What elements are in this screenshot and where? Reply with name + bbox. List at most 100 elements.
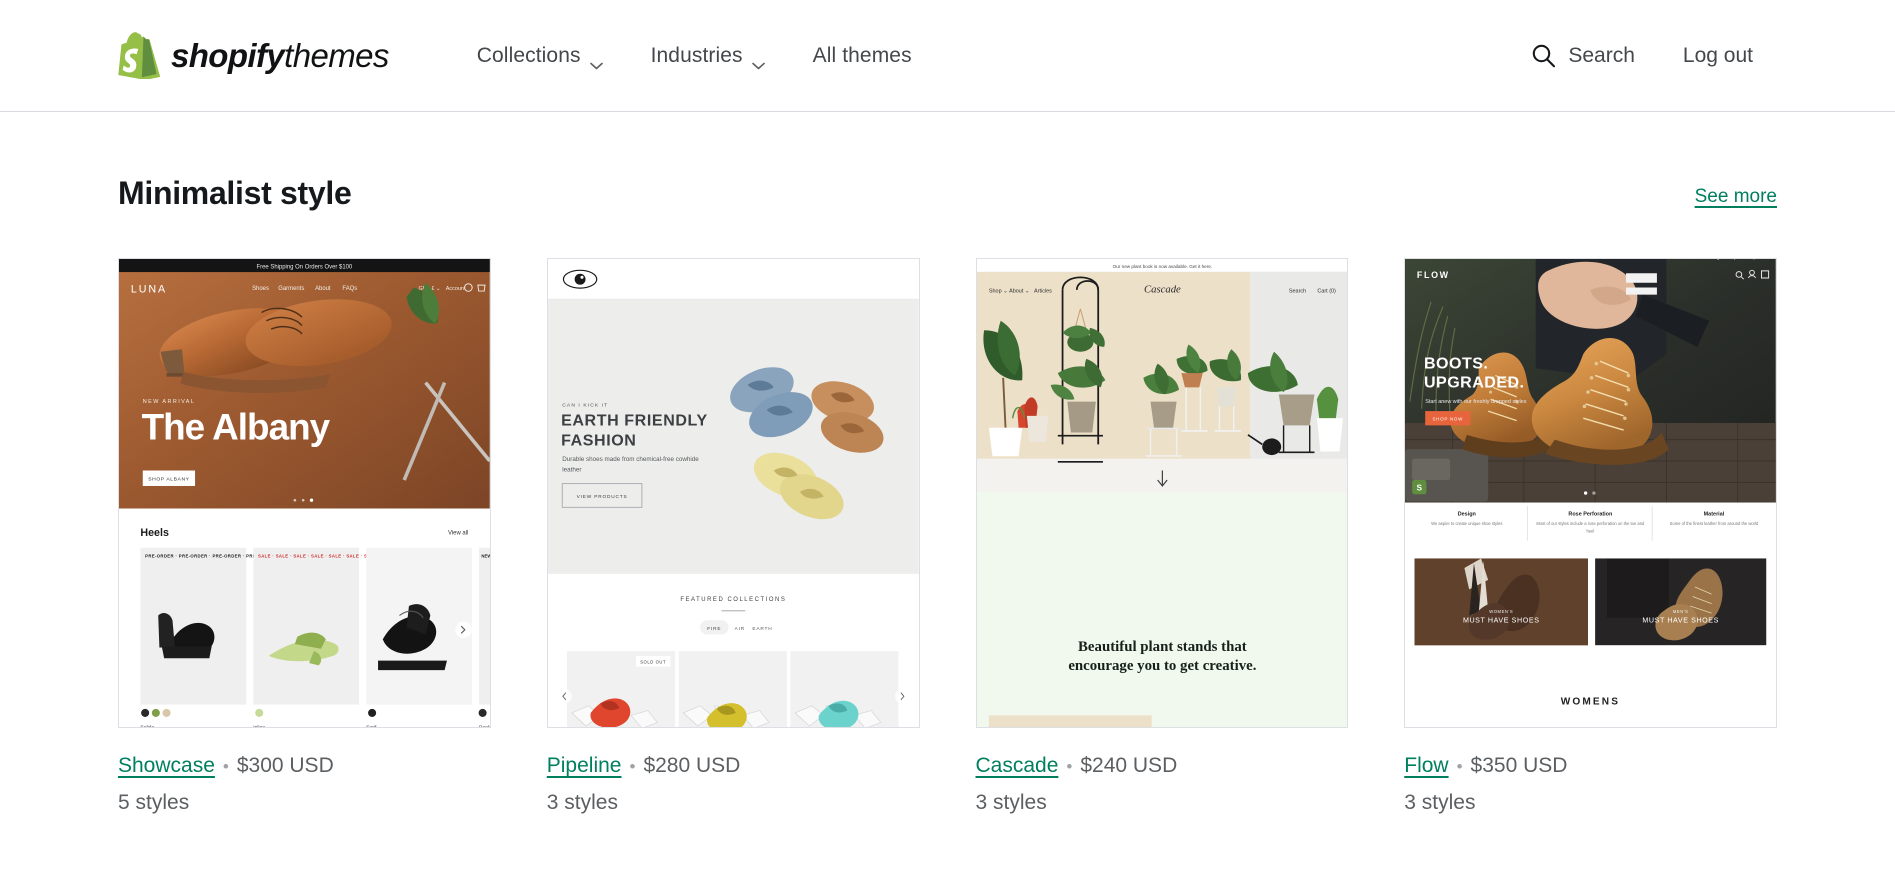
theme-preview-pipeline[interactable]: MEN WOMENLOOKBOOK BLOGABOUTCONTACTCART [546,258,920,729]
brand-name-light: themes [284,37,389,74]
svg-text:encourage you to get creative.: encourage you to get creative. [1068,659,1256,675]
svg-text:WOMEN'S: WOMEN'S [1489,610,1513,615]
svg-text:MUST HAVE SHOES: MUST HAVE SHOES [1643,617,1720,625]
svg-text:heel: heel [1587,529,1595,534]
svg-text:SALE · SALE · SALE · SALE · SA: SALE · SALE · SALE · SALE · SALE · SALE … [258,554,377,559]
svg-text:About: About [315,286,331,292]
svg-text:S: S [1417,483,1423,493]
svg-text:FAQs: FAQs [342,286,357,292]
svg-text:SHOP ALBANY: SHOP ALBANY [148,477,189,483]
header-actions: Search Log out [1507,33,1777,78]
svg-text:CAN I KICK IT: CAN I KICK IT [562,403,608,409]
theme-preview-cascade[interactable]: Our new plant book is now available. Get… [975,258,1349,729]
svg-text:Design: Design [1458,512,1476,518]
svg-text:Paola: Paola [479,725,490,728]
site-header: shopifythemes Collections Industries All… [0,0,1895,112]
theme-name-link[interactable]: Flow [1404,752,1448,780]
svg-text:CONTACT US: CONTACT US [1613,259,1651,261]
svg-text:NEW ARRIVAL: NEW ARRIVAL [143,399,196,405]
svg-text:MEN'S: MEN'S [1673,610,1689,615]
separator-dot: • [629,757,636,777]
theme-preview-flow[interactable]: FLOW SHOP ⌄CONTACT USTHEME FEATURESUnite… [1404,258,1777,729]
brand-logo-link[interactable]: shopifythemes [118,32,389,80]
svg-text:MEN: MEN [734,259,748,261]
svg-text:FIRE: FIRE [707,626,721,632]
svg-text:SHOP NOW: SHOP NOW [1433,417,1464,422]
theme-card-pipeline: MEN WOMENLOOKBOOK BLOGABOUTCONTACTCART [546,258,920,817]
svg-text:CART: CART [899,259,916,261]
nav-item-all-themes[interactable]: All themes [789,34,936,78]
nav-item-industries[interactable]: Industries [627,34,789,78]
nav-label-all-themes: All themes [812,43,912,67]
svg-text:NEW IN: NEW IN [481,554,489,559]
log-out-button[interactable]: Log out [1659,34,1777,78]
svg-text:VIEW PRODUCTS: VIEW PRODUCTS [576,494,627,500]
theme-price: $240 USD [1080,754,1178,778]
svg-text:EARTH FRIENDLY: EARTH FRIENDLY [561,412,708,430]
nav-label-industries: Industries [650,43,743,67]
nav-label-collections: Collections [476,43,581,67]
svg-text:leather: leather [562,467,581,474]
svg-text:Selida: Selida [140,725,154,728]
nav-item-collections[interactable]: Collections [453,34,627,78]
main-navigation: Collections Industries All themes [453,34,936,78]
svg-text:MUST HAVE SHOES: MUST HAVE SHOES [1463,617,1540,625]
svg-text:FASHION: FASHION [561,432,636,450]
svg-text:View all: View all [448,531,468,537]
svg-text:The Albany: The Albany [142,407,331,448]
separator-dot: • [1066,757,1073,777]
svg-text:UPGRADED.: UPGRADED. [1424,374,1524,392]
svg-text:About ⌄: About ⌄ [1009,289,1029,295]
svg-text:United Kingdom (GBP £) ⌄: United Kingdom (GBP £) ⌄ [1688,259,1763,261]
svg-text:Shoes: Shoes [252,286,269,292]
theme-card-showcase: Free Shipping On Orders Over $100 LUNA S… [118,258,491,817]
svg-text:WOMEN: WOMEN [756,259,781,261]
theme-meta-flow: Flow • $350 USD 3 styles [1404,752,1777,817]
theme-preview-showcase[interactable]: Free Shipping On Orders Over $100 LUNA S… [118,258,491,729]
svg-text:Start anew with our freshly dr: Start anew with our freshly dropped styl… [1425,399,1527,405]
svg-text:EARTH: EARTH [752,626,772,632]
svg-text:Some of the finest leather fro: Some of the finest leather from around t… [1670,522,1759,527]
svg-text:Rose Perforation: Rose Perforation [1569,512,1613,518]
svg-text:ABOUT: ABOUT [840,259,862,261]
main-content: Minimalist style See more Free Shipping … [0,174,1895,817]
separator-dot: • [222,757,229,777]
svg-text:Inliae: Inliae [253,725,265,728]
svg-text:LOOKBOOK: LOOKBOOK [783,259,819,261]
svg-text:BOOTS.: BOOTS. [1424,355,1488,373]
theme-card-cascade: Our new plant book is now available. Get… [975,258,1349,817]
svg-text:SOLD OUT: SOLD OUT [640,660,666,665]
svg-text:We aspire to create unique sho: We aspire to create unique shoe styles [1431,522,1502,527]
theme-grid: Free Shipping On Orders Over $100 LUNA S… [118,258,1777,817]
theme-meta-cascade: Cascade • $240 USD 3 styles [976,752,1349,817]
theme-name-link[interactable]: Showcase [118,752,215,780]
separator-dot: • [1456,757,1463,777]
theme-name-link[interactable]: Cascade [976,752,1059,780]
theme-price: $300 USD [236,754,334,778]
theme-styles-count: 3 styles [546,790,618,814]
svg-text:Durable shoes made from chemic: Durable shoes made from chemical-free co… [562,456,699,463]
svg-text:Heels: Heels [140,527,169,539]
chevron-down-icon [589,52,603,69]
theme-card-flow: FLOW SHOP ⌄CONTACT USTHEME FEATURESUnite… [1404,258,1777,817]
svg-text:Search: Search [1288,289,1305,295]
svg-text:Beautiful plant stands that: Beautiful plant stands that [1078,640,1247,656]
theme-name-link[interactable]: Pipeline [547,752,622,780]
svg-text:SHOP ⌄: SHOP ⌄ [1589,259,1612,261]
search-button[interactable]: Search [1507,33,1659,78]
theme-meta-pipeline: Pipeline • $280 USD 3 styles [547,752,920,817]
svg-text:Material: Material [1704,512,1725,518]
svg-text:FEATURED COLLECTIONS: FEATURED COLLECTIONS [680,598,786,604]
svg-text:Our new plant book is now avai: Our new plant book is now available. Get… [1112,264,1212,269]
see-more-link[interactable]: See more [1695,186,1777,212]
svg-text:Shop ⌄: Shop ⌄ [988,289,1007,295]
svg-text:AIR: AIR [734,626,744,632]
svg-text:Most of our styles include a r: Most of our styles include a rose perfor… [1537,522,1646,527]
svg-text:Cascade: Cascade [1143,284,1180,296]
theme-styles-count: 3 styles [1404,790,1476,814]
theme-styles-count: 5 styles [118,790,190,814]
theme-price: $350 USD [1470,754,1568,778]
theme-price: $280 USD [643,754,741,778]
brand-wordmark: shopifythemes [171,39,389,72]
svg-text:BLOG: BLOG [819,259,837,261]
